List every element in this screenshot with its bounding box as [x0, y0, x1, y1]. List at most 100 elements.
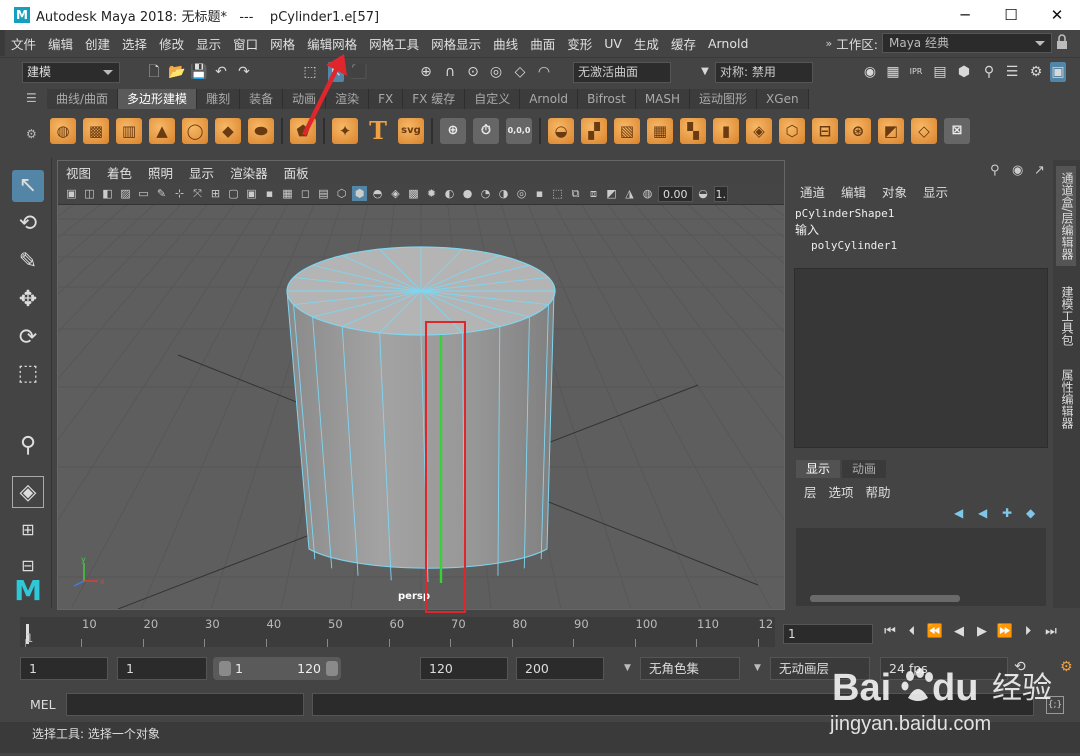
float-panel-icon[interactable]: ↗: [1034, 163, 1045, 178]
lock-icon[interactable]: [1056, 34, 1070, 52]
cb-menu-channels[interactable]: 通道: [800, 182, 825, 201]
snap-surface-icon[interactable]: ◇: [512, 64, 528, 80]
anim-layer-arrow-icon[interactable]: ▼: [754, 663, 761, 673]
channel-box-toggle-icon[interactable]: ▣: [1050, 62, 1066, 82]
exposure-field[interactable]: 0.00: [658, 185, 693, 202]
menu-uv[interactable]: UV: [598, 36, 628, 51]
svg-tool-icon[interactable]: svg: [398, 118, 424, 144]
camera-attributes-icon[interactable]: ◧: [100, 186, 115, 201]
snap-curve-icon[interactable]: ∩: [442, 64, 458, 80]
current-frame-field[interactable]: 1: [783, 624, 873, 644]
menu-arnold[interactable]: Arnold: [702, 36, 754, 51]
redo-icon[interactable]: ↷: [236, 64, 252, 80]
tab-sculpting[interactable]: 雕刻: [197, 89, 241, 109]
character-set-field[interactable]: 无角色集: [640, 657, 740, 680]
measure-icon[interactable]: ⊕: [440, 118, 466, 144]
step-forward-frame-icon[interactable]: ⏵: [1019, 622, 1037, 642]
target-weld-icon[interactable]: ⊛: [845, 118, 871, 144]
menu-set-dropdown[interactable]: 建模: [22, 62, 120, 83]
gamma-field[interactable]: 1.: [713, 185, 728, 202]
use-all-lights-icon[interactable]: ✹: [424, 186, 439, 201]
menu-window[interactable]: 窗口: [227, 34, 264, 53]
select-component-icon[interactable]: ⬛: [350, 64, 367, 80]
playback-start-field[interactable]: 1: [117, 657, 207, 680]
reset-pivot-icon[interactable]: 0,0,0: [506, 118, 532, 144]
command-input[interactable]: [66, 693, 304, 716]
input-node-name[interactable]: polyCylinder1: [795, 238, 897, 254]
character-set-arrow-icon[interactable]: ▼: [624, 663, 631, 673]
smooth-shade-icon[interactable]: ⬢: [352, 186, 367, 201]
layer-icon[interactable]: ◉: [1012, 163, 1023, 178]
tab-poly-modeling[interactable]: 多边形建模: [118, 89, 198, 109]
type-tool-icon[interactable]: T: [365, 118, 391, 144]
bridge-icon[interactable]: ▚: [680, 118, 706, 144]
workspace-dropdown[interactable]: Maya 经典: [882, 33, 1052, 53]
attribute-editor-icon[interactable]: ☰: [1004, 64, 1020, 80]
step-back-key-icon[interactable]: ⏪: [926, 622, 944, 642]
use-default-material-icon[interactable]: ◓: [370, 186, 385, 201]
play-forward-icon[interactable]: ▶: [973, 622, 991, 642]
viewport-menu-view[interactable]: 视图: [58, 163, 99, 182]
isolate-select-icon[interactable]: ▪: [532, 186, 547, 201]
ipr-render-icon[interactable]: IPR: [908, 64, 924, 80]
playback-end-field[interactable]: 120: [420, 657, 508, 680]
cb-menu-edit[interactable]: 编辑: [841, 182, 866, 201]
gamma-toggle-icon[interactable]: ◒: [696, 186, 711, 201]
bookmark-icon[interactable]: ▨: [118, 186, 133, 201]
tab-rigging[interactable]: 装备: [240, 89, 284, 109]
poly-cylinder-icon[interactable]: ▥: [116, 118, 142, 144]
layer-tab-display[interactable]: 显示: [796, 460, 841, 478]
modeling-toolkit-icon[interactable]: ⚲: [981, 64, 997, 80]
grease-pencil-icon[interactable]: ✎: [154, 186, 169, 201]
film-gate-icon[interactable]: ▢: [226, 186, 241, 201]
step-forward-key-icon[interactable]: ⏩: [996, 622, 1014, 642]
new-scene-icon[interactable]: 🗋: [146, 64, 162, 80]
play-backward-icon[interactable]: ◀: [950, 622, 968, 642]
smooth-icon[interactable]: ▧: [614, 118, 640, 144]
xray-active-icon[interactable]: ⧈: [586, 186, 601, 201]
menu-edit-mesh[interactable]: 编辑网格: [301, 34, 363, 53]
manipulator-tool-icon[interactable]: ⚲: [12, 430, 44, 462]
quad-draw-icon[interactable]: ◇: [911, 118, 937, 144]
camera-lock-icon[interactable]: ◫: [82, 186, 97, 201]
menu-curves[interactable]: 曲线: [487, 34, 524, 53]
minimize-button[interactable]: ─: [942, 6, 988, 24]
textured-icon[interactable]: ▩: [406, 186, 421, 201]
select-tool-icon[interactable]: ↖: [12, 170, 44, 202]
snap-grid-icon[interactable]: ⊕: [418, 64, 434, 80]
resolution-gate-icon[interactable]: ▣: [244, 186, 259, 201]
menu-modify[interactable]: 修改: [153, 34, 190, 53]
cb-menu-show[interactable]: 显示: [923, 182, 948, 201]
tab-xgen[interactable]: XGen: [757, 89, 809, 109]
xray-icon[interactable]: ⬚: [550, 186, 565, 201]
new-layer-selected-icon[interactable]: ◆: [1026, 506, 1035, 520]
range-slider[interactable]: 1 120: [213, 657, 341, 680]
multi-cut-icon[interactable]: ⊟: [812, 118, 838, 144]
menu-deform[interactable]: 变形: [561, 34, 598, 53]
snap-align-icon[interactable]: ⏱: [473, 118, 499, 144]
double-chevron-icon[interactable]: »: [826, 37, 833, 50]
four-view-layout-icon[interactable]: ⊞: [12, 514, 44, 546]
uv-editor-icon[interactable]: ⊠: [944, 118, 970, 144]
snap-view-icon[interactable]: ◎: [488, 64, 504, 80]
render-view-icon[interactable]: ◉: [862, 64, 878, 80]
layer-down-icon[interactable]: ◀: [978, 506, 987, 520]
go-to-start-icon[interactable]: ⏮: [881, 622, 899, 642]
image-plane-icon[interactable]: ▭: [136, 186, 151, 201]
undo-icon[interactable]: ↶: [213, 64, 229, 80]
scale-tool-icon[interactable]: ⬚: [12, 358, 44, 390]
gamma-icon[interactable]: ◮: [622, 186, 637, 201]
single-view-layout-icon[interactable]: ◈: [12, 476, 44, 508]
symmetry-field[interactable]: 对称: 禁用: [715, 62, 813, 83]
fill-hole-icon[interactable]: ◈: [746, 118, 772, 144]
shelf-settings-icon[interactable]: ⚙: [26, 127, 40, 141]
viewport-menu-renderer[interactable]: 渲染器: [222, 163, 276, 182]
ambient-occlusion-icon[interactable]: ●: [460, 186, 475, 201]
combine-icon[interactable]: ◒: [548, 118, 574, 144]
close-button[interactable]: ✕: [1034, 6, 1080, 24]
connect-icon[interactable]: ◩: [878, 118, 904, 144]
snap-point-icon[interactable]: ⊙: [465, 64, 481, 80]
color-mgmt-icon[interactable]: ◍: [640, 186, 655, 201]
tab-custom[interactable]: 自定义: [465, 89, 521, 109]
range-end-handle[interactable]: [326, 661, 338, 676]
